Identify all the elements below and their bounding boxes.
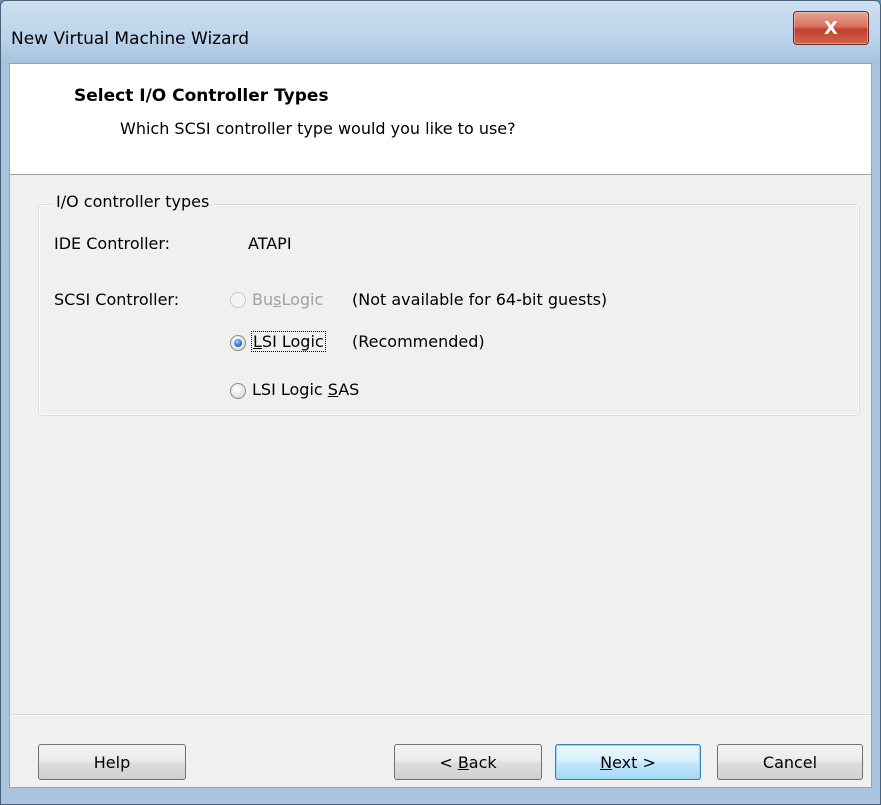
close-icon: X	[824, 17, 838, 39]
next-button-label: Next >	[600, 752, 656, 772]
lsi-logic-sas-radio[interactable]	[230, 383, 246, 399]
footer-divider	[10, 714, 871, 716]
cancel-button[interactable]: Cancel	[717, 744, 863, 780]
back-button-label: < Back	[439, 752, 497, 772]
page-title: Select I/O Controller Types	[74, 86, 329, 106]
window-title: New Virtual Machine Wizard	[11, 29, 249, 49]
buslogic-label[interactable]: BusLogic	[252, 290, 323, 309]
ide-controller-label: IDE Controller:	[54, 234, 171, 253]
lsi-logic-note: (Recommended)	[352, 332, 485, 351]
cancel-button-label: Cancel	[762, 752, 818, 772]
buslogic-radio[interactable]	[230, 292, 246, 308]
groupbox-legend: I/O controller types	[52, 192, 214, 211]
next-button[interactable]: Next >	[555, 744, 701, 780]
lsi-logic-label[interactable]: LSI Logic	[251, 331, 326, 352]
help-button[interactable]: Help	[38, 744, 186, 780]
lsi-logic-radio[interactable]	[230, 335, 246, 351]
close-button[interactable]: X	[793, 11, 869, 45]
ide-controller-value: ATAPI	[248, 234, 292, 253]
back-button[interactable]: < Back	[394, 744, 542, 780]
title-bar[interactable]: New Virtual Machine Wizard X	[1, 1, 880, 61]
lsi-logic-sas-label[interactable]: LSI Logic SAS	[252, 380, 359, 399]
wizard-window: New Virtual Machine Wizard X Select I/O …	[0, 0, 881, 805]
page-subtitle: Which SCSI controller type would you lik…	[120, 119, 516, 138]
scsi-controller-label: SCSI Controller:	[54, 290, 180, 309]
wizard-header: Select I/O Controller Types Which SCSI c…	[10, 64, 871, 175]
help-button-label: Help	[93, 752, 131, 772]
buslogic-note: (Not available for 64-bit guests)	[352, 290, 608, 309]
dialog-client-area: Select I/O Controller Types Which SCSI c…	[9, 63, 872, 788]
